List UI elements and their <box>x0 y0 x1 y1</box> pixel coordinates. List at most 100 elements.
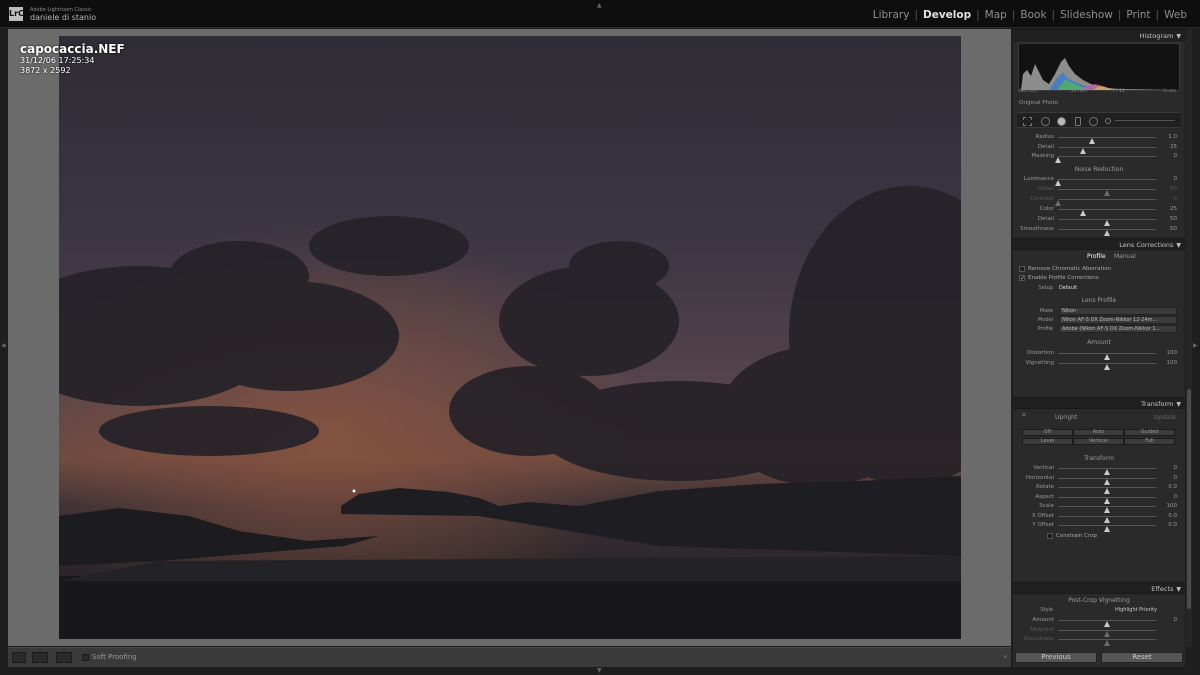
slider-vertical[interactable]: Vertical 0 <box>1013 464 1185 475</box>
right-panel-scrollbar[interactable] <box>1186 29 1192 647</box>
loupe-view-button[interactable] <box>12 652 26 663</box>
module-develop[interactable]: | Develop <box>909 9 971 21</box>
slider-value[interactable]: 0 <box>1174 494 1178 500</box>
slider-value[interactable]: 50 <box>1170 186 1177 192</box>
slider-track[interactable] <box>1058 639 1156 646</box>
upright-full-button[interactable]: Full <box>1124 438 1175 445</box>
style-field[interactable]: Style Highlight Priority <box>1015 606 1185 614</box>
slider-detail[interactable]: Detail 50 <box>1013 185 1185 196</box>
slider-luminance[interactable]: Luminance 0 <box>1013 175 1185 186</box>
profile-select[interactable]: Adobe (Nikon AF-S DX Zoom-Nikkor 1... <box>1059 325 1177 333</box>
graduated-filter-icon[interactable] <box>1075 117 1081 126</box>
slider-value[interactable]: 1.0 <box>1168 134 1177 140</box>
make-field[interactable]: Make Nikon <box>1015 307 1185 315</box>
slider-scale[interactable]: Scale 100 <box>1013 502 1185 513</box>
transform-header[interactable]: Transform ▼ <box>1013 397 1185 409</box>
slider-vignetting[interactable]: Vignetting 100 <box>1013 359 1185 370</box>
histogram[interactable] <box>1018 43 1180 91</box>
update-button[interactable]: Update <box>1154 414 1176 421</box>
slider-value[interactable]: 25 <box>1170 206 1177 212</box>
radial-filter-icon[interactable] <box>1089 117 1098 126</box>
slider-detail[interactable]: Detail 25 <box>1013 143 1185 154</box>
scrollbar-thumb[interactable] <box>1187 389 1191 609</box>
tab-manual[interactable]: Manual <box>1114 253 1136 260</box>
slider-track[interactable] <box>1058 468 1156 475</box>
slider-track[interactable] <box>1058 515 1156 523</box>
histogram-header[interactable]: Histogram ▼ <box>1013 29 1185 41</box>
setup-field[interactable]: Setup Default <box>1015 284 1185 292</box>
slider-knob[interactable] <box>1055 157 1061 163</box>
checkmark-icon[interactable]: ✓ <box>1019 275 1025 282</box>
slider-horizontal[interactable]: Horizontal 0 <box>1013 474 1185 485</box>
slider-value[interactable]: 100 <box>1167 360 1178 366</box>
slider-track[interactable] <box>1058 229 1156 236</box>
slider-value[interactable]: 0.0 <box>1168 513 1177 519</box>
slider-aspect[interactable]: Aspect 0 <box>1013 493 1185 504</box>
crop-tool-icon[interactable] <box>1023 117 1032 126</box>
slider-masking[interactable]: Masking 0 <box>1013 152 1185 163</box>
upright-grid-icon[interactable]: ⌗ <box>1022 411 1026 420</box>
slider-value[interactable]: 50 <box>1170 226 1177 232</box>
slider-distortion[interactable]: Distortion 100 <box>1013 349 1185 360</box>
make-select[interactable]: Nikon <box>1059 307 1177 315</box>
slider-knob[interactable] <box>1104 526 1110 532</box>
remove-ca-checkbox[interactable]: Remove Chromatic Aberration <box>1019 266 1111 272</box>
slider-track[interactable] <box>1058 189 1156 196</box>
profile-field[interactable]: Profile Adobe (Nikon AF-S DX Zoom-Nikkor … <box>1015 325 1185 333</box>
slider-value[interactable]: 0 <box>1174 465 1178 471</box>
slider-roundness[interactable]: Roundness <box>1013 635 1185 646</box>
upright-guided-button[interactable]: Guided <box>1124 429 1175 436</box>
upright-level-button[interactable]: Level <box>1022 438 1073 445</box>
slider-midpoint[interactable]: Midpoint <box>1013 626 1185 637</box>
slider-knob[interactable] <box>1104 640 1110 646</box>
previous-button[interactable]: Previous <box>1015 652 1097 663</box>
module-print[interactable]: | Print <box>1113 9 1151 21</box>
slider-track[interactable] <box>1058 525 1156 532</box>
upright-auto-button[interactable]: Auto <box>1073 429 1124 436</box>
photo-viewer[interactable]: capocaccia.NEF 31/12/06 17:25:34 3872 x … <box>8 29 1011 646</box>
model-field[interactable]: Model Nikon AF-S DX Zoom-Nikkor 12-24m... <box>1015 316 1185 324</box>
spot-removal-icon[interactable] <box>1041 117 1050 126</box>
slider-value[interactable]: 100 <box>1167 350 1178 356</box>
slider-value[interactable]: 100 <box>1167 503 1178 509</box>
slider-track[interactable] <box>1058 146 1156 154</box>
slider-value[interactable]: 50 <box>1170 216 1177 222</box>
style-value[interactable]: Highlight Priority <box>1115 607 1157 613</box>
slider-y-offset[interactable]: Y Offset 0.0 <box>1013 521 1185 532</box>
slider-knob[interactable] <box>1104 230 1110 236</box>
setup-value[interactable]: Default <box>1059 285 1077 291</box>
slider-track[interactable] <box>1055 179 1156 186</box>
slider-track[interactable] <box>1055 156 1156 163</box>
slider-value[interactable]: 0 <box>1174 196 1178 202</box>
checkbox-box[interactable] <box>1019 266 1025 272</box>
slider-track[interactable] <box>1055 199 1156 206</box>
effects-header[interactable]: Effects ▼ <box>1013 582 1185 594</box>
collapse-filmstrip-icon[interactable]: ▼ <box>597 667 602 674</box>
red-eye-icon[interactable] <box>1057 117 1066 126</box>
slider-value[interactable]: 0 <box>1174 475 1178 481</box>
upright-off-button[interactable]: Off <box>1022 429 1073 436</box>
slider-value[interactable]: 0 <box>1174 176 1178 182</box>
model-select[interactable]: Nikon AF-S DX Zoom-Nikkor 12-24m... <box>1059 316 1177 324</box>
brush-icon[interactable] <box>1105 118 1111 124</box>
slider-track[interactable] <box>1058 496 1156 504</box>
slider-track[interactable] <box>1058 209 1156 216</box>
slider-value[interactable]: 0.0 <box>1168 484 1177 490</box>
soft-proofing-toggle[interactable]: Soft Proofing <box>82 653 137 661</box>
module-book[interactable]: | Book <box>1007 9 1047 21</box>
photo-canvas[interactable] <box>59 36 961 639</box>
slider-track[interactable] <box>1058 629 1156 637</box>
slider-value[interactable]: 0 <box>1174 153 1178 159</box>
lens-corrections-header[interactable]: Lens Corrections ▼ <box>1013 238 1185 250</box>
slider-track[interactable] <box>1058 219 1156 226</box>
module-library[interactable]: Library <box>873 9 910 21</box>
slider-value[interactable]: 25 <box>1170 144 1177 150</box>
enable-profile-checkbox[interactable]: ✓ Enable Profile Corrections <box>1019 275 1099 282</box>
upright-vertical-button[interactable]: Vertical <box>1073 438 1124 445</box>
brush-size-slider[interactable] <box>1115 120 1175 121</box>
module-map[interactable]: | Map <box>971 9 1007 21</box>
slider-knob[interactable] <box>1104 363 1110 370</box>
soft-proofing-checkbox[interactable] <box>82 653 89 661</box>
slider-color[interactable]: Color 25 <box>1013 205 1185 216</box>
reset-button[interactable]: Reset <box>1101 652 1183 663</box>
